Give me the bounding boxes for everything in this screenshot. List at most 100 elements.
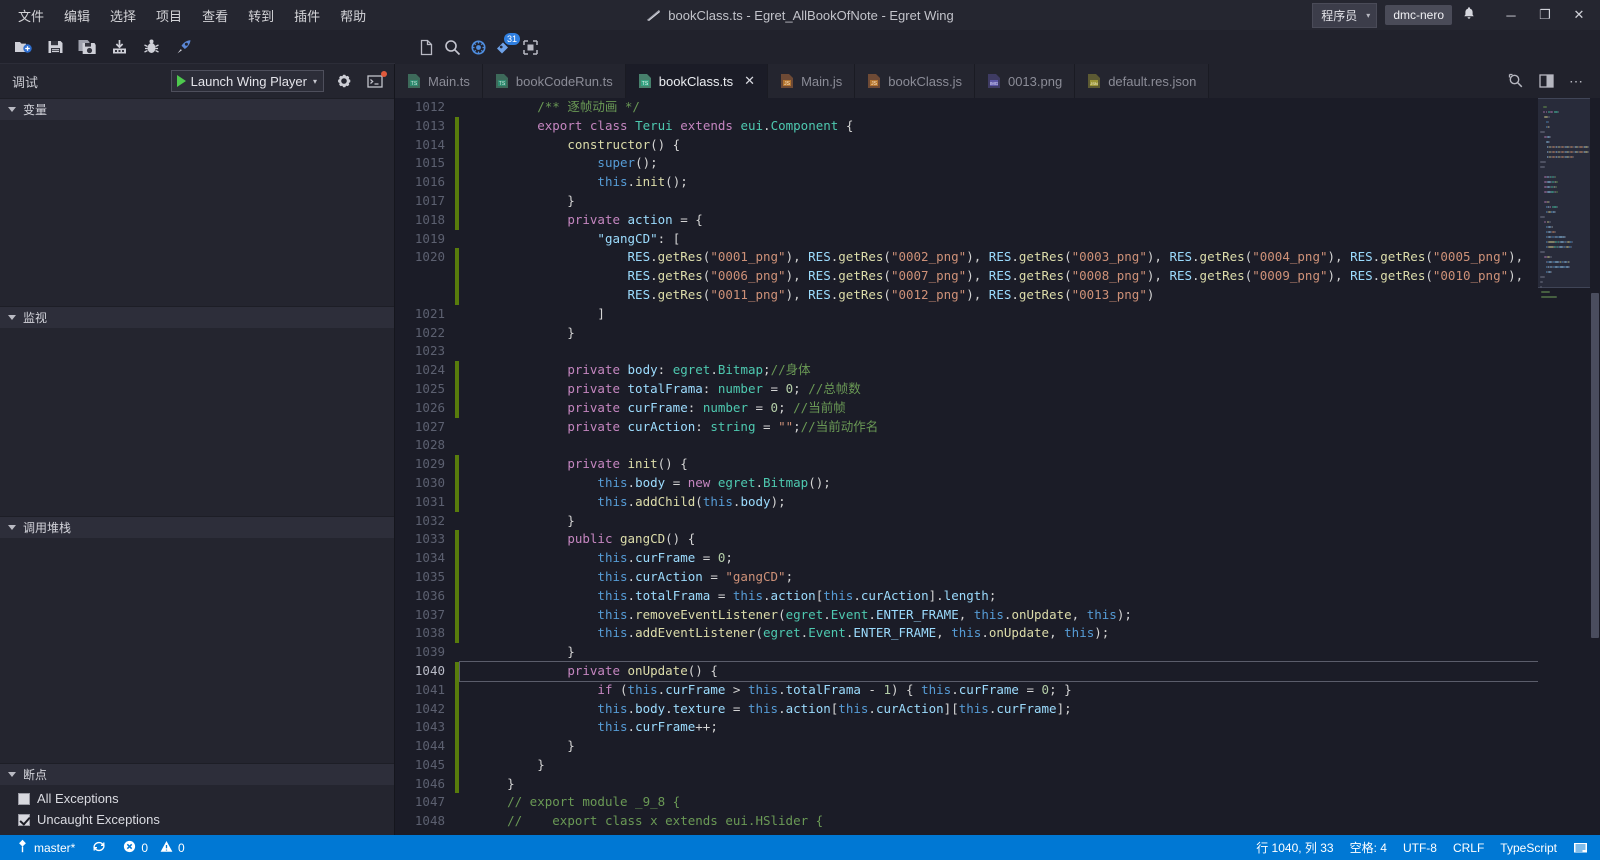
- gear-icon[interactable]: [332, 69, 356, 93]
- code-line[interactable]: 1033 public gangCD() {: [395, 530, 1538, 550]
- code-line[interactable]: 1029 private init() {: [395, 455, 1538, 474]
- feedback-icon[interactable]: [1565, 835, 1596, 860]
- code-text[interactable]: private curFrame: number = 0; //当前帧: [459, 399, 1538, 418]
- editor-vertical-scrollbar[interactable]: [1590, 98, 1600, 835]
- status-encoding[interactable]: UTF-8: [1395, 835, 1445, 860]
- code-line[interactable]: 1019 "gangCD": [: [395, 230, 1538, 249]
- code-line[interactable]: 1018 private action = {: [395, 210, 1538, 230]
- menu-edit[interactable]: 编辑: [54, 2, 100, 29]
- code-line[interactable]: 1025 private totalFrama: number = 0; //总…: [395, 379, 1538, 399]
- code-text[interactable]: this.addChild(this.body);: [459, 493, 1538, 512]
- code-text[interactable]: [459, 342, 1538, 361]
- code-line[interactable]: 1016 this.init();: [395, 173, 1538, 192]
- status-cursor-position[interactable]: 行 1040, 列 33: [1248, 835, 1341, 860]
- code-line[interactable]: 1037 this.removeEventListener(egret.Even…: [395, 605, 1538, 625]
- tab-bookclass-js[interactable]: JS bookClass.js: [855, 64, 975, 98]
- code-line[interactable]: 1038 this.addEventListener(egret.Event.E…: [395, 624, 1538, 644]
- menu-file[interactable]: 文件: [8, 2, 54, 29]
- code-line[interactable]: RES.getRes("0006_png"), RES.getRes("0007…: [395, 267, 1538, 286]
- save-icon[interactable]: [42, 34, 68, 60]
- extensions-icon[interactable]: [517, 34, 543, 60]
- code-text[interactable]: }: [459, 324, 1538, 343]
- code-text[interactable]: this.addEventListener(egret.Event.ENTER_…: [459, 624, 1538, 643]
- tab-main-ts[interactable]: TS Main.ts: [395, 64, 483, 98]
- code-text[interactable]: ]: [459, 305, 1538, 324]
- breakpoint-checkbox[interactable]: [18, 813, 30, 826]
- code-text[interactable]: }: [459, 512, 1538, 531]
- code-line[interactable]: 1022 }: [395, 324, 1538, 343]
- sidebar-section-variables[interactable]: 变量: [0, 98, 394, 120]
- scrollbar-thumb[interactable]: [1591, 293, 1599, 638]
- code-text[interactable]: this.totalFrama = this.action[this.curAc…: [459, 587, 1538, 606]
- code-text[interactable]: RES.getRes("0001_png"), RES.getRes("0002…: [459, 248, 1538, 267]
- code-text[interactable]: if (this.curFrame > this.totalFrama - 1)…: [459, 681, 1538, 700]
- run-rocket-icon[interactable]: [170, 34, 196, 60]
- status-sync[interactable]: [83, 835, 115, 860]
- code-editor[interactable]: 1012 /** 逐帧动画 */1013 export class Terui …: [395, 98, 1600, 835]
- menu-help[interactable]: 帮助: [330, 2, 376, 29]
- code-text[interactable]: this.curFrame++;: [459, 718, 1538, 737]
- code-line[interactable]: 1032 }: [395, 512, 1538, 531]
- code-line[interactable]: 1017 }: [395, 191, 1538, 211]
- debug-icon[interactable]: [465, 34, 491, 60]
- code-text[interactable]: public gangCD() {: [459, 530, 1538, 549]
- code-line[interactable]: 1013 export class Terui extends eui.Comp…: [395, 116, 1538, 136]
- code-line[interactable]: 1042 this.body.texture = this.action[thi…: [395, 699, 1538, 719]
- code-text[interactable]: this.init();: [459, 173, 1538, 192]
- code-text[interactable]: // export class x extends eui.HSlider {: [459, 812, 1538, 831]
- user-account-chip[interactable]: dmc-nero: [1385, 5, 1452, 25]
- code-text[interactable]: private totalFrama: number = 0; //总帧数: [459, 380, 1538, 399]
- open-console-icon[interactable]: [364, 69, 388, 93]
- menu-view[interactable]: 查看: [192, 2, 238, 29]
- new-file-icon[interactable]: [10, 34, 36, 60]
- code-text[interactable]: private body: egret.Bitmap;//身体: [459, 361, 1538, 380]
- code-text[interactable]: private onUpdate() {: [459, 660, 1538, 682]
- code-text[interactable]: this.removeEventListener(egret.Event.ENT…: [459, 606, 1538, 625]
- source-control-icon[interactable]: 31: [491, 33, 520, 60]
- minimize-button[interactable]: ─: [1494, 0, 1528, 30]
- code-text[interactable]: "gangCD": [: [459, 230, 1538, 249]
- tab-main-js[interactable]: JS Main.js: [768, 64, 856, 98]
- code-text[interactable]: private action = {: [459, 211, 1538, 230]
- menu-project[interactable]: 项目: [146, 2, 192, 29]
- code-line[interactable]: 1014 constructor() {: [395, 135, 1538, 155]
- split-search-icon[interactable]: [1502, 64, 1530, 98]
- code-line[interactable]: 1024 private body: egret.Bitmap;//身体: [395, 361, 1538, 380]
- code-text[interactable]: this.body.texture = this.action[this.cur…: [459, 700, 1538, 719]
- status-indentation[interactable]: 空格: 4: [1342, 835, 1395, 860]
- code-line[interactable]: 1035 this.curAction = "gangCD";: [395, 567, 1538, 587]
- publish-icon[interactable]: [106, 34, 132, 60]
- code-text[interactable]: this.curFrame = 0;: [459, 549, 1538, 568]
- code-line[interactable]: 1027 private curAction: string = "";//当前…: [395, 418, 1538, 437]
- launch-config-selector[interactable]: Launch Wing Player ▾: [170, 70, 324, 92]
- status-branch[interactable]: master*: [8, 835, 83, 860]
- code-line[interactable]: 1028: [395, 436, 1538, 455]
- code-text[interactable]: super();: [459, 154, 1538, 173]
- maximize-button[interactable]: ❐: [1528, 0, 1562, 30]
- play-icon[interactable]: [176, 75, 186, 87]
- code-line[interactable]: 1034 this.curFrame = 0;: [395, 549, 1538, 568]
- code-line[interactable]: 1020 RES.getRes("0001_png"), RES.getRes(…: [395, 248, 1538, 268]
- code-text[interactable]: }: [459, 737, 1538, 756]
- code-line[interactable]: 1026 private curFrame: number = 0; //当前帧: [395, 398, 1538, 418]
- code-text[interactable]: }: [459, 192, 1538, 211]
- code-line[interactable]: 1012 /** 逐帧动画 */: [395, 98, 1538, 117]
- code-text[interactable]: private curAction: string = "";//当前动作名: [459, 418, 1538, 437]
- debug-bug-icon[interactable]: [138, 34, 164, 60]
- tab-bookcoderun-ts[interactable]: TS bookCodeRun.ts: [482, 64, 626, 98]
- code-text[interactable]: this.curAction = "gangCD";: [459, 568, 1538, 587]
- search-icon[interactable]: [439, 34, 465, 60]
- save-all-icon[interactable]: [74, 34, 100, 60]
- sidebar-section-watch[interactable]: 监视: [0, 306, 394, 328]
- tab-bookclass-ts[interactable]: TS bookClass.ts ✕: [625, 64, 769, 98]
- code-line[interactable]: 1043 this.curFrame++;: [395, 718, 1538, 738]
- sidebar-section-breakpoints[interactable]: 断点: [0, 763, 394, 785]
- code-text[interactable]: RES.getRes("0006_png"), RES.getRes("0007…: [459, 267, 1538, 286]
- menu-plugin[interactable]: 插件: [284, 2, 330, 29]
- code-text[interactable]: RES.getRes("0011_png"), RES.getRes("0012…: [459, 286, 1538, 305]
- breakpoint-row-uncaught-exceptions[interactable]: Uncaught Exceptions: [0, 809, 394, 830]
- split-editor-icon[interactable]: [1532, 64, 1560, 98]
- code-line[interactable]: 1046 }: [395, 774, 1538, 794]
- code-line[interactable]: 1021 ]: [395, 305, 1538, 324]
- editor-minimap[interactable]: [1538, 98, 1590, 835]
